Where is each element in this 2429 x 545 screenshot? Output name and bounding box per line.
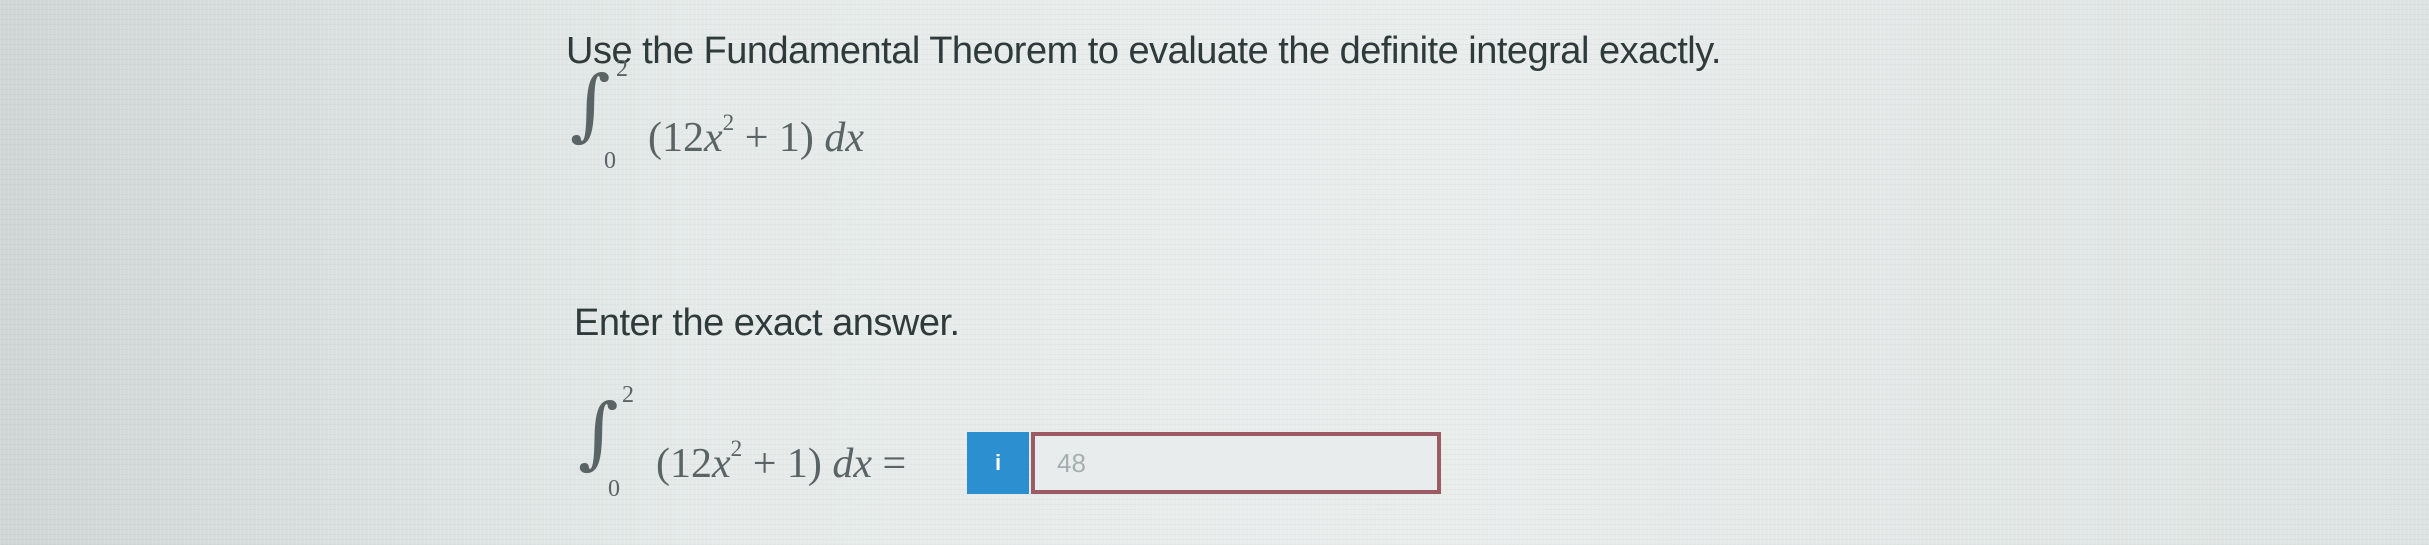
- answer-input[interactable]: [1031, 432, 1441, 494]
- answer-prompt: Enter the exact answer.: [574, 302, 960, 344]
- integrand: (12x2 + 1) dx: [648, 111, 865, 162]
- integrand-open: (12: [656, 441, 712, 487]
- integral-upper-limit: 2: [622, 382, 634, 408]
- equals-sign: =: [872, 441, 907, 487]
- integrand-exponent: 2: [722, 109, 735, 136]
- answer-integral: ∫ 2 0 (12x2 + 1) dx =: [578, 382, 958, 502]
- integral-lower-limit: 0: [604, 148, 616, 174]
- integral-sign: ∫: [570, 60, 611, 150]
- integrand-differential: dx: [832, 441, 873, 487]
- integral-upper-limit: 2: [616, 56, 628, 82]
- integrand-variable: x: [712, 441, 731, 487]
- info-icon[interactable]: i: [967, 432, 1029, 494]
- integrand-variable: x: [704, 115, 723, 161]
- integrand-differential: dx: [824, 115, 865, 161]
- integrand-open: (12: [648, 115, 704, 161]
- integral-sign: ∫: [578, 388, 619, 478]
- integrand-rest: + 1): [734, 115, 825, 161]
- integrand-rest: + 1): [742, 441, 833, 487]
- integral-lower-limit: 0: [608, 476, 620, 502]
- problem-integral: ∫ 2 0 (12x2 + 1) dx: [570, 56, 930, 176]
- integrand-exponent: 2: [730, 435, 743, 462]
- integrand: (12x2 + 1) dx =: [656, 437, 907, 488]
- question-page: Use the Fundamental Theorem to evaluate …: [0, 0, 2429, 545]
